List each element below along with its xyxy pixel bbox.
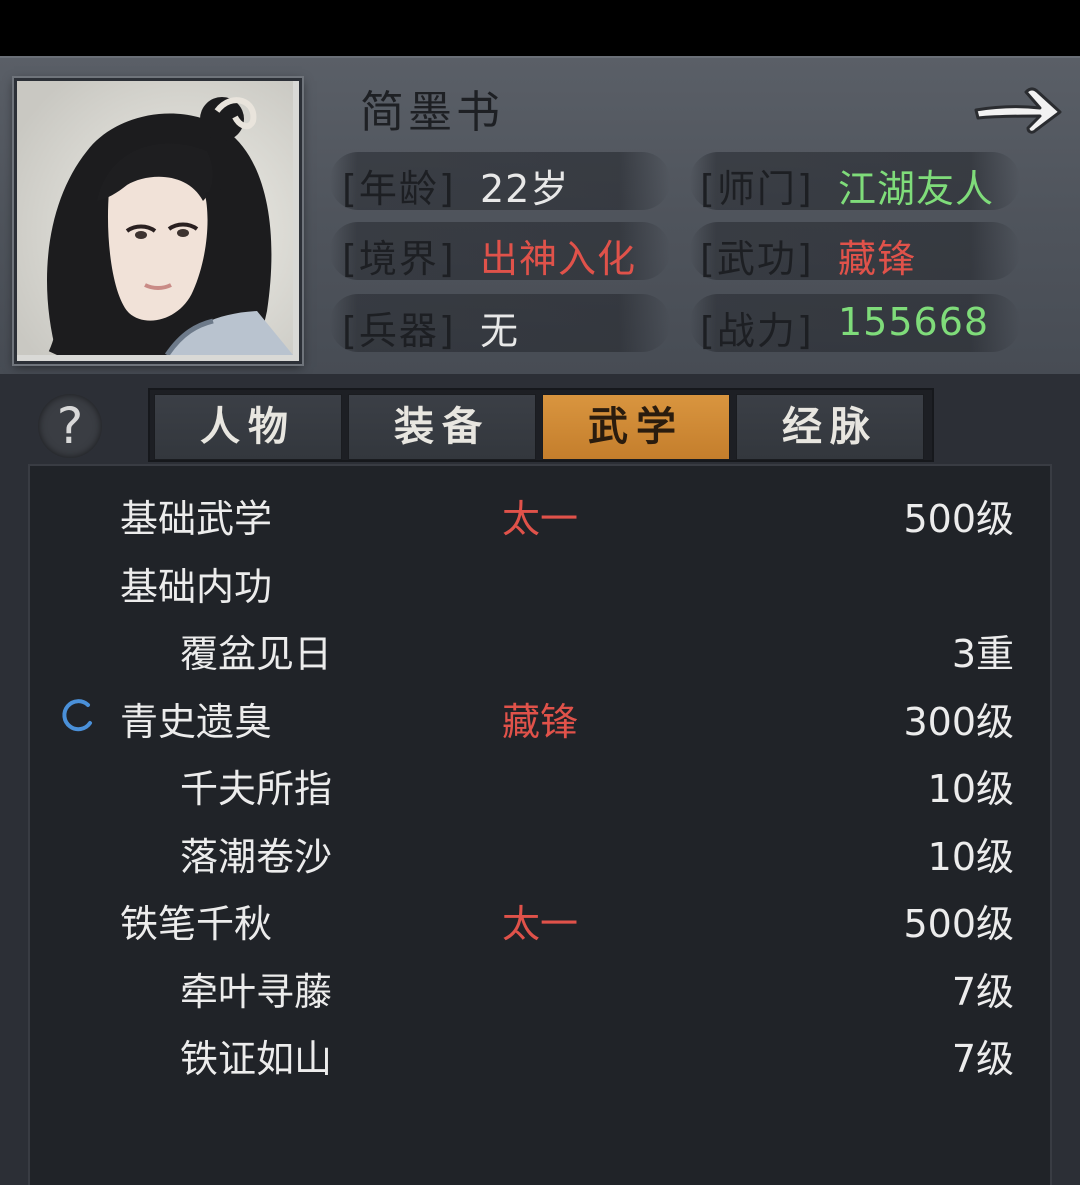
skill-row[interactable]: 基础武学 太一 500级 xyxy=(30,478,1054,544)
skill-row[interactable]: 牵叶寻藤 7级 xyxy=(30,951,1054,1017)
skill-row[interactable]: 铁笔千秋 太一 500级 xyxy=(30,883,1054,949)
skill-name: 青史遗臭 xyxy=(120,700,273,744)
stat-value-weapon: 无 xyxy=(480,309,520,353)
stat-label-power: [战力] xyxy=(700,309,814,353)
stat-label-realm: [境界] xyxy=(342,237,456,281)
skill-row[interactable]: 千夫所指 10级 xyxy=(30,748,1054,814)
status-bar xyxy=(0,0,1080,56)
stat-label-martial: [武功] xyxy=(700,237,814,281)
stat-value-power: 155668 xyxy=(838,300,990,344)
stat-value-realm: 出神入化 xyxy=(480,237,637,281)
skill-row[interactable]: 基础内功 xyxy=(30,546,1054,612)
skill-level: 7级 xyxy=(951,1037,1014,1081)
skill-name: 千夫所指 xyxy=(180,767,333,811)
skill-tag: 太一 xyxy=(502,902,579,946)
skill-level: 7级 xyxy=(951,970,1014,1014)
right-arrow-icon xyxy=(974,87,1062,134)
tab-equipment[interactable]: 装备 xyxy=(348,394,536,460)
loading-spinner-icon xyxy=(62,699,92,732)
skill-name: 覆盆见日 xyxy=(180,632,333,676)
skill-level: 3重 xyxy=(951,632,1014,676)
character-portrait[interactable] xyxy=(14,78,302,364)
stat-label-age: [年龄] xyxy=(342,167,456,211)
tab-meridians[interactable]: 经脉 xyxy=(736,394,924,460)
skill-row[interactable]: 覆盆见日 3重 xyxy=(30,613,1054,679)
stat-value-age: 22岁 xyxy=(480,167,570,211)
skill-name: 落潮卷沙 xyxy=(180,835,333,879)
skill-name: 铁笔千秋 xyxy=(120,902,273,946)
character-name: 简墨书 xyxy=(360,87,504,138)
skill-tag: 太一 xyxy=(502,497,579,541)
skill-list: 基础武学 太一 500级 基础内功 覆盆见日 3重 青史遗臭 藏锋 300级 千… xyxy=(28,464,1052,1185)
skill-row[interactable]: 青史遗臭 藏锋 300级 xyxy=(30,681,1054,747)
stat-label-weapon: [兵器] xyxy=(342,309,456,353)
skill-row[interactable]: 落潮卷沙 10级 xyxy=(30,816,1054,882)
skill-tag: 藏锋 xyxy=(502,700,579,744)
skill-name: 牵叶寻藤 xyxy=(180,970,333,1014)
skill-row[interactable]: 铁证如山 7级 xyxy=(30,1018,1054,1084)
skill-name: 铁证如山 xyxy=(180,1037,333,1081)
skill-level: 500级 xyxy=(903,902,1014,946)
portrait-image xyxy=(17,81,293,355)
tab-bar: 人物 装备 武学 经脉 xyxy=(148,388,934,462)
skill-name: 基础武学 xyxy=(120,497,273,541)
skill-level: 500级 xyxy=(903,497,1014,541)
next-character-button[interactable] xyxy=(970,78,1066,140)
stat-value-sect: 江湖友人 xyxy=(838,167,995,211)
stat-value-martial: 藏锋 xyxy=(838,237,917,281)
tab-martial-arts[interactable]: 武学 xyxy=(542,394,730,460)
tab-character[interactable]: 人物 xyxy=(154,394,342,460)
skill-level: 10级 xyxy=(927,767,1014,811)
stat-label-sect: [师门] xyxy=(700,167,814,211)
skill-level: 300级 xyxy=(903,700,1014,744)
skill-name: 基础内功 xyxy=(120,565,273,609)
help-button[interactable]: ? xyxy=(38,394,102,458)
skill-level: 10级 xyxy=(927,835,1014,879)
